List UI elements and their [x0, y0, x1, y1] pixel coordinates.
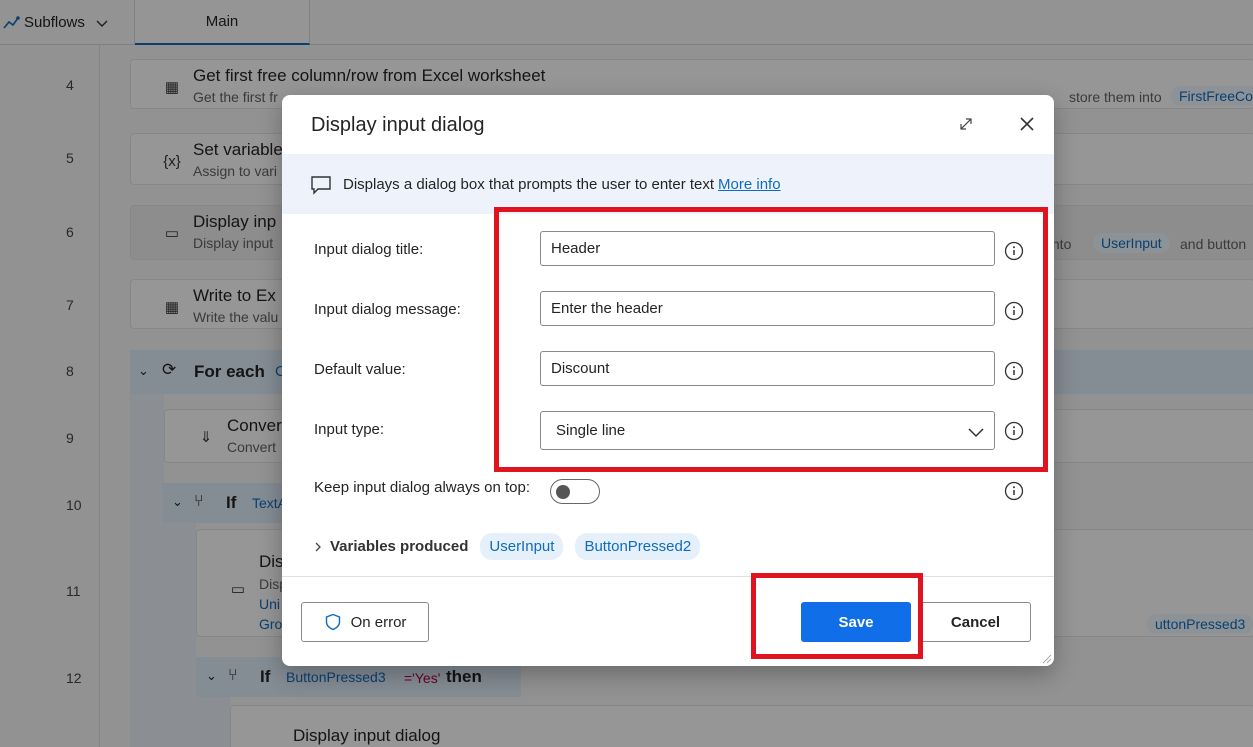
shield-icon — [325, 613, 340, 631]
info-icon[interactable] — [1004, 421, 1024, 441]
footer-divider — [282, 576, 1054, 577]
input-dialog-title-field[interactable] — [540, 231, 995, 266]
info-text: Displays a dialog box that prompts the u… — [343, 176, 715, 193]
info-icon[interactable] — [1004, 301, 1024, 321]
info-icon[interactable] — [1004, 361, 1024, 381]
close-icon[interactable] — [1016, 113, 1038, 135]
more-info-link[interactable]: More info — [718, 176, 781, 193]
cancel-button[interactable]: Cancel — [920, 602, 1031, 642]
input-type-select[interactable]: Single line — [540, 411, 995, 450]
chevron-down-icon — [968, 428, 984, 438]
on-error-button[interactable]: On error — [301, 602, 429, 642]
field-label-title: Input dialog title: — [314, 241, 424, 258]
info-banner: Displays a dialog box that prompts the u… — [282, 154, 1054, 214]
input-dialog-message-field[interactable] — [540, 291, 995, 326]
display-input-dialog: Display input dialog Displays a dialog b… — [282, 95, 1054, 666]
chevron-right-icon — [315, 542, 321, 551]
field-label-ontop: Keep input dialog always on top: — [314, 479, 530, 496]
field-label-message: Input dialog message: — [314, 301, 461, 318]
variable-chip-buttonpressed2[interactable]: ButtonPressed2 — [575, 533, 701, 560]
default-value-field[interactable] — [540, 351, 995, 386]
always-on-top-toggle[interactable] — [550, 479, 600, 504]
variable-chip-userinput[interactable]: UserInput — [480, 533, 564, 560]
field-label-type: Input type: — [314, 421, 385, 438]
variables-produced-label: Variables produced — [330, 538, 469, 555]
on-error-label: On error — [350, 613, 407, 631]
info-icon[interactable] — [1004, 481, 1024, 501]
toggle-knob — [556, 485, 570, 499]
field-label-default: Default value: — [314, 361, 406, 378]
dialog-title: Display input dialog — [311, 114, 485, 136]
input-type-value: Single line — [556, 422, 626, 439]
save-button[interactable]: Save — [801, 602, 911, 642]
resize-grip-icon[interactable] — [1040, 652, 1052, 664]
variables-produced-row[interactable]: Variables produced UserInput ButtonPress… — [312, 533, 712, 560]
info-icon[interactable] — [1004, 241, 1024, 261]
expand-icon[interactable] — [957, 115, 975, 133]
message-icon — [311, 176, 331, 195]
